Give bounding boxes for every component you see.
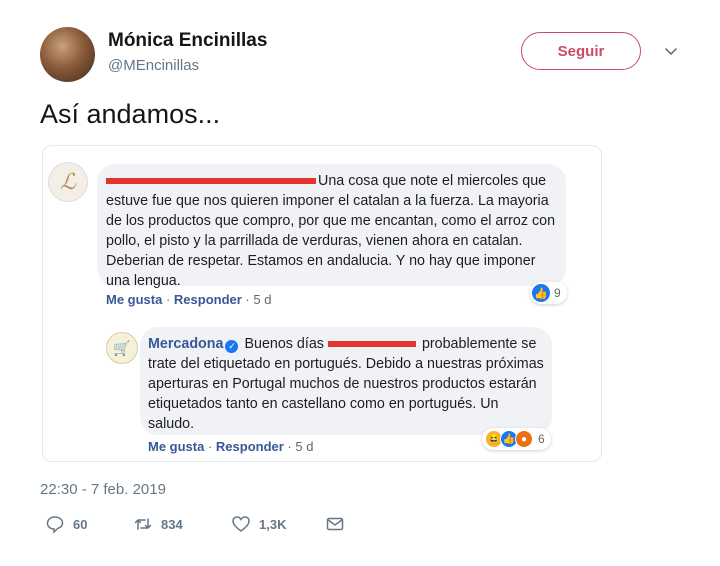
reply-count: 60: [73, 516, 88, 532]
reply-reactions: 😆 👍 ● 6: [482, 428, 551, 450]
tweet-actions: 60 834 1,3K: [45, 514, 345, 534]
reply-meta: Me gusta · Responder · 5 d: [148, 439, 314, 454]
comment-text: Una cosa que note el miercoles que estuv…: [106, 171, 556, 291]
comment-meta: Me gusta · Responder · 5 d: [106, 292, 272, 307]
redacted-name: [327, 341, 416, 348]
tweet-text: Así andamos...: [40, 99, 221, 129]
retweet-button[interactable]: 834: [133, 514, 231, 534]
author-name[interactable]: Mónica Encinillas: [108, 30, 267, 52]
reply-reaction-count: 6: [538, 432, 545, 446]
author-avatar[interactable]: [40, 27, 95, 82]
retweet-count: 834: [161, 516, 183, 532]
follow-button[interactable]: Seguir: [521, 32, 641, 70]
verified-icon: ✓: [225, 339, 239, 353]
reply-button[interactable]: 60: [45, 514, 133, 534]
chevron-down-icon[interactable]: [662, 42, 680, 60]
reply-greeting: Buenos días: [244, 336, 324, 352]
author-handle[interactable]: @MEncinillas: [108, 57, 199, 74]
commenter-avatar: ℒ: [48, 162, 88, 202]
comment-reaction-count: 9: [554, 286, 561, 300]
reply-text: Mercadona ✓ Buenos días probablemente se …: [148, 334, 546, 434]
like-button[interactable]: 1,3K: [231, 514, 325, 534]
comment-body: Una cosa que note el miercoles que estuv…: [106, 173, 556, 289]
reply-reply-link: Responder: [215, 439, 284, 454]
tweet-timestamp[interactable]: 22:30 - 7 feb. 2019: [40, 481, 166, 498]
comment-reactions: 👍 9: [530, 282, 567, 304]
like-count: 1,3K: [259, 516, 287, 532]
wow-reaction-icon: ●: [515, 430, 533, 448]
retweet-icon: [134, 518, 152, 530]
mail-icon: [326, 517, 344, 531]
reply-author: Mercadona: [148, 336, 224, 352]
comment-reply-link: Responder: [173, 292, 242, 307]
reply-like-link: Me gusta: [148, 439, 205, 454]
message-button[interactable]: [325, 514, 345, 534]
reply-age: 5 d: [295, 439, 314, 454]
like-reaction-icon: 👍: [532, 284, 550, 302]
heart-icon: [232, 516, 250, 532]
reply-icon: [46, 516, 64, 534]
mercadona-avatar: 🛒: [106, 332, 138, 364]
comment-like-link: Me gusta: [106, 292, 163, 307]
redacted-name: [106, 178, 316, 185]
comment-age: 5 d: [253, 292, 272, 307]
